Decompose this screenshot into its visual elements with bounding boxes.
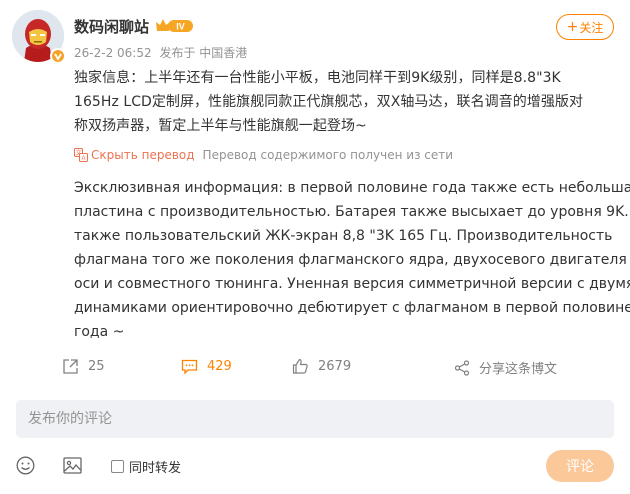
level-text: IV [176,22,185,32]
comment-count: 429 [207,359,232,374]
repost-count: 25 [88,359,105,374]
post-text-line: 165Hz LCD定制屏，性能旗舰同款正代旗舰芯，双X轴马达，联名调音的增强版对 [74,94,583,110]
author-name[interactable]: 数码闲聊站 [74,16,149,37]
translation-bar: 文 A Скрыть перевод Перевод содержимого п… [74,148,453,162]
plus-icon: + [566,19,579,35]
post-meta: 26-2-2 06:52 发布于 中国香港 [74,44,251,61]
comment-input[interactable]: 发布你的评论 [16,400,614,438]
translated-line: года ~ [74,324,125,340]
comment-button[interactable]: 429 [181,358,232,375]
follow-label: 关注 [579,20,604,35]
comment-icon [181,359,198,375]
author-avatar[interactable] [12,10,66,64]
translation-note: Перевод содержимого получен из сети [202,148,454,162]
emoji-icon[interactable] [16,456,35,475]
repost-icon [63,359,78,374]
comment-footer: 同时转发 评论 [16,450,614,482]
submit-comment-button[interactable]: 评论 [546,450,614,482]
hide-translation-link[interactable]: Скрыть перевод [91,148,195,162]
post-text-line: 独家信息：上半年还有一台性能小平板，电池同样干到9K级别，同样是8.8"3K [74,70,561,86]
like-button[interactable]: 2679 [292,358,351,375]
image-icon[interactable] [63,456,82,475]
like-count: 2679 [318,359,352,374]
verified-v-icon [50,48,66,64]
translated-line: пластина с производительностью. Батарея … [74,204,630,220]
translated-line: флагмана того же поколения флагманского … [74,252,630,268]
post-body: 独家信息：上半年还有一台性能小平板，电池同样干到9K级别，同样是8.8"3K 1… [74,66,622,138]
share-icon [454,359,470,376]
action-bar: 25 429 2679 分享这条博文 [62,358,618,382]
translated-line: динамиками ориентировочно дебютирует с ф… [74,300,630,316]
share-button[interactable]: 分享这条博文 [454,358,557,377]
thumbs-up-icon [292,358,308,374]
post-location: 发布于 中国香港 [159,46,248,60]
translate-icon: 文 A [74,148,88,162]
translated-line: также пользовательский ЖК-экран 8,8 "3K … [74,228,613,244]
post-text-line: 称双扬声器，暂定上半年与性能旗舰一起登场~ [74,118,367,134]
follow-button[interactable]: + 关注 [556,14,614,40]
translated-body: Эксклюзивная информация: в первой полови… [74,176,630,344]
repost-checkbox-row[interactable]: 同时转发 [111,457,181,476]
repost-checkbox[interactable] [111,460,124,473]
crown-level-badge: IV [155,17,195,34]
post-header: 数码闲聊站 IV 26-2-2 06:52 发布于 中国香港 + 关注 [12,10,618,64]
translated-line: оси и совместного тюнинга. Уненная верси… [74,276,630,292]
svg-text:A: A [81,156,85,162]
share-label: 分享这条博文 [479,362,558,377]
translated-line: Эксклюзивная информация: в первой полови… [74,180,630,196]
repost-checkbox-label: 同时转发 [129,461,182,476]
repost-button[interactable]: 25 [62,358,105,375]
post-timestamp[interactable]: 26-2-2 06:52 [74,46,152,60]
